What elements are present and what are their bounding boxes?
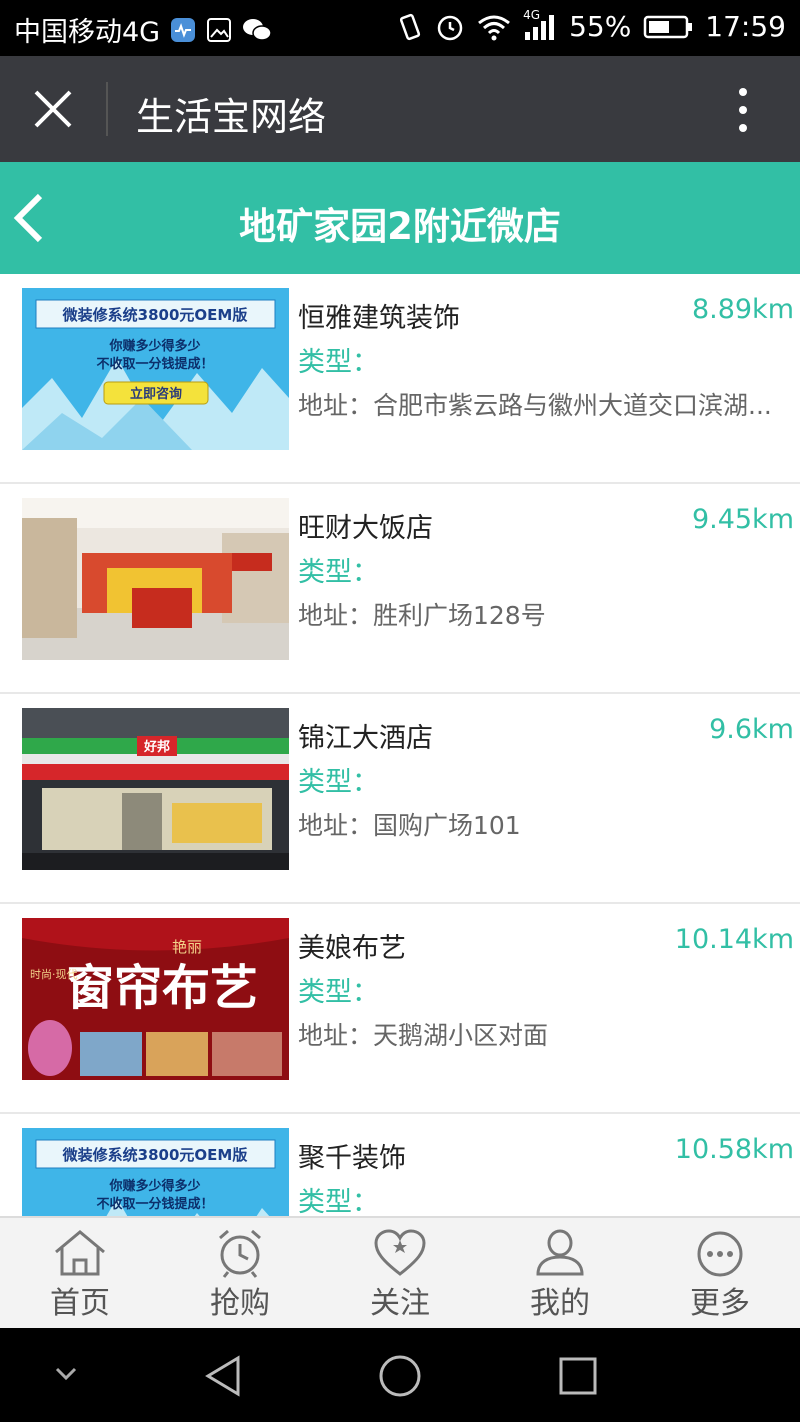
- shop-address: 地址：合肥市紫云路与徽州大道交口滨湖...: [298, 391, 772, 420]
- bottom-tab-bar: 首页 抢购 关注 我的 更多: [0, 1216, 800, 1330]
- shop-distance: 10.58km: [674, 1134, 794, 1165]
- battery-percent: 55%: [569, 10, 632, 43]
- back-triangle-icon[interactable]: [202, 1354, 244, 1398]
- clock: 17:59: [705, 10, 786, 43]
- ad-headline: 微装修系统3800元OEM版: [62, 1146, 248, 1164]
- tab-label: 抢购: [210, 1286, 270, 1321]
- chevron-down-icon[interactable]: [54, 1366, 78, 1382]
- shop-name: 聚千装饰: [298, 1143, 406, 1174]
- health-app-icon: [170, 17, 196, 43]
- gallery-icon: [206, 17, 232, 43]
- vibrate-icon: [397, 12, 423, 42]
- shop-type-label: 类型：: [298, 1187, 379, 1216]
- tab-label: 首页: [50, 1286, 110, 1321]
- curtain-brand: 艳丽: [172, 938, 202, 956]
- tab-label: 关注: [370, 1286, 430, 1321]
- shop-thumbnail: 艳丽 窗帘布艺 时尚·现代: [22, 918, 289, 1080]
- tab-label: 我的: [530, 1286, 590, 1321]
- shop-address: 地址：胜利广场128号: [298, 601, 546, 630]
- tab-more[interactable]: 更多: [640, 1218, 800, 1330]
- page-title: 地矿家园2附近微店: [239, 205, 561, 248]
- store-sign: 好邦: [143, 739, 170, 755]
- shop-thumbnail: 微装修系统3800元OEM版 你赚多少得多少 不收取一分钱提成！ 立即咨询: [22, 288, 289, 450]
- app-bar-divider: [106, 82, 108, 136]
- shop-thumbnail: [22, 498, 289, 660]
- carrier-label: 中国移动4G: [14, 17, 161, 48]
- page-header: 地矿家园2附近微店: [0, 162, 800, 274]
- more-horizontal-icon: [697, 1231, 743, 1277]
- shop-thumbnail: 好邦: [22, 708, 289, 870]
- alarm-clock-icon: [219, 1229, 261, 1278]
- home-icon: [55, 1230, 105, 1276]
- more-vertical-icon[interactable]: [736, 86, 750, 134]
- shop-distance: 8.89km: [691, 294, 794, 325]
- shop-distance: 10.14km: [674, 924, 794, 955]
- wifi-icon: [477, 13, 511, 41]
- ad-line-1: 你赚多少得多少: [108, 338, 200, 354]
- ad-line-2: 不收取一分钱提成！: [96, 356, 213, 372]
- tab-flash-sale[interactable]: 抢购: [160, 1218, 320, 1330]
- shop-name: 美娘布艺: [298, 933, 406, 964]
- tab-follow[interactable]: 关注: [320, 1218, 480, 1330]
- curtain-headline: 窗帘布艺: [66, 960, 258, 1016]
- shop-thumbnail: 微装修系统3800元OEM版 你赚多少得多少 不收取一分钱提成！: [22, 1128, 289, 1216]
- heart-icon: [374, 1229, 426, 1276]
- shop-type-label: 类型：: [298, 347, 379, 378]
- app-title: 生活宝网络: [136, 95, 327, 139]
- home-circle-icon[interactable]: [378, 1354, 422, 1398]
- tab-label: 更多: [690, 1286, 750, 1321]
- shop-item[interactable]: 艳丽 窗帘布艺 时尚·现代 美娘布艺 10.14km 类型： 地址：天鹅湖小区对…: [0, 904, 800, 1114]
- tab-mine[interactable]: 我的: [480, 1218, 640, 1330]
- recents-square-icon[interactable]: [558, 1356, 598, 1396]
- ad-line-1: 你赚多少得多少: [108, 1178, 200, 1194]
- battery-icon: [643, 14, 693, 40]
- wechat-notification-icon: [242, 17, 272, 43]
- network-type-label: 4G: [523, 7, 540, 22]
- shop-type-label: 类型：: [298, 767, 379, 798]
- curtain-side-text: 时尚·现代: [30, 967, 78, 981]
- user-icon: [536, 1229, 584, 1276]
- shop-item[interactable]: 旺财大饭店 9.45km 类型： 地址：胜利广场128号: [0, 484, 800, 694]
- alarm-icon: [435, 12, 465, 42]
- shop-name: 恒雅建筑装饰: [298, 303, 460, 334]
- ad-headline: 微装修系统3800元OEM版: [62, 306, 248, 324]
- shop-address: 地址：天鹅湖小区对面: [298, 1021, 549, 1050]
- shop-item[interactable]: 微装修系统3800元OEM版 你赚多少得多少 不收取一分钱提成！ 聚千装饰 10…: [0, 1114, 800, 1216]
- ad-button: 立即咨询: [130, 386, 182, 402]
- shop-list: 微装修系统3800元OEM版 你赚多少得多少 不收取一分钱提成！ 立即咨询 恒雅…: [0, 274, 800, 1216]
- system-nav-bar: [0, 1328, 800, 1422]
- signal-icon: 4G: [523, 8, 557, 42]
- shop-distance: 9.6km: [709, 714, 794, 745]
- tab-home[interactable]: 首页: [0, 1218, 160, 1330]
- shop-name: 旺财大饭店: [298, 513, 433, 544]
- app-bar: 生活宝网络: [0, 56, 800, 162]
- shop-type-label: 类型：: [298, 977, 379, 1008]
- status-bar: 中国移动4G 4G 55% 17:59: [0, 0, 800, 56]
- shop-item[interactable]: 好邦 锦江大酒店 9.6km 类型： 地址：国购广场101: [0, 694, 800, 904]
- shop-type-label: 类型：: [298, 557, 379, 588]
- shop-distance: 9.45km: [691, 504, 794, 535]
- shop-name: 锦江大酒店: [298, 723, 433, 754]
- close-icon[interactable]: [30, 86, 76, 132]
- shop-address: 地址：国购广场101: [298, 811, 521, 840]
- ad-line-2: 不收取一分钱提成！: [96, 1196, 213, 1212]
- shop-item[interactable]: 微装修系统3800元OEM版 你赚多少得多少 不收取一分钱提成！ 立即咨询 恒雅…: [0, 274, 800, 484]
